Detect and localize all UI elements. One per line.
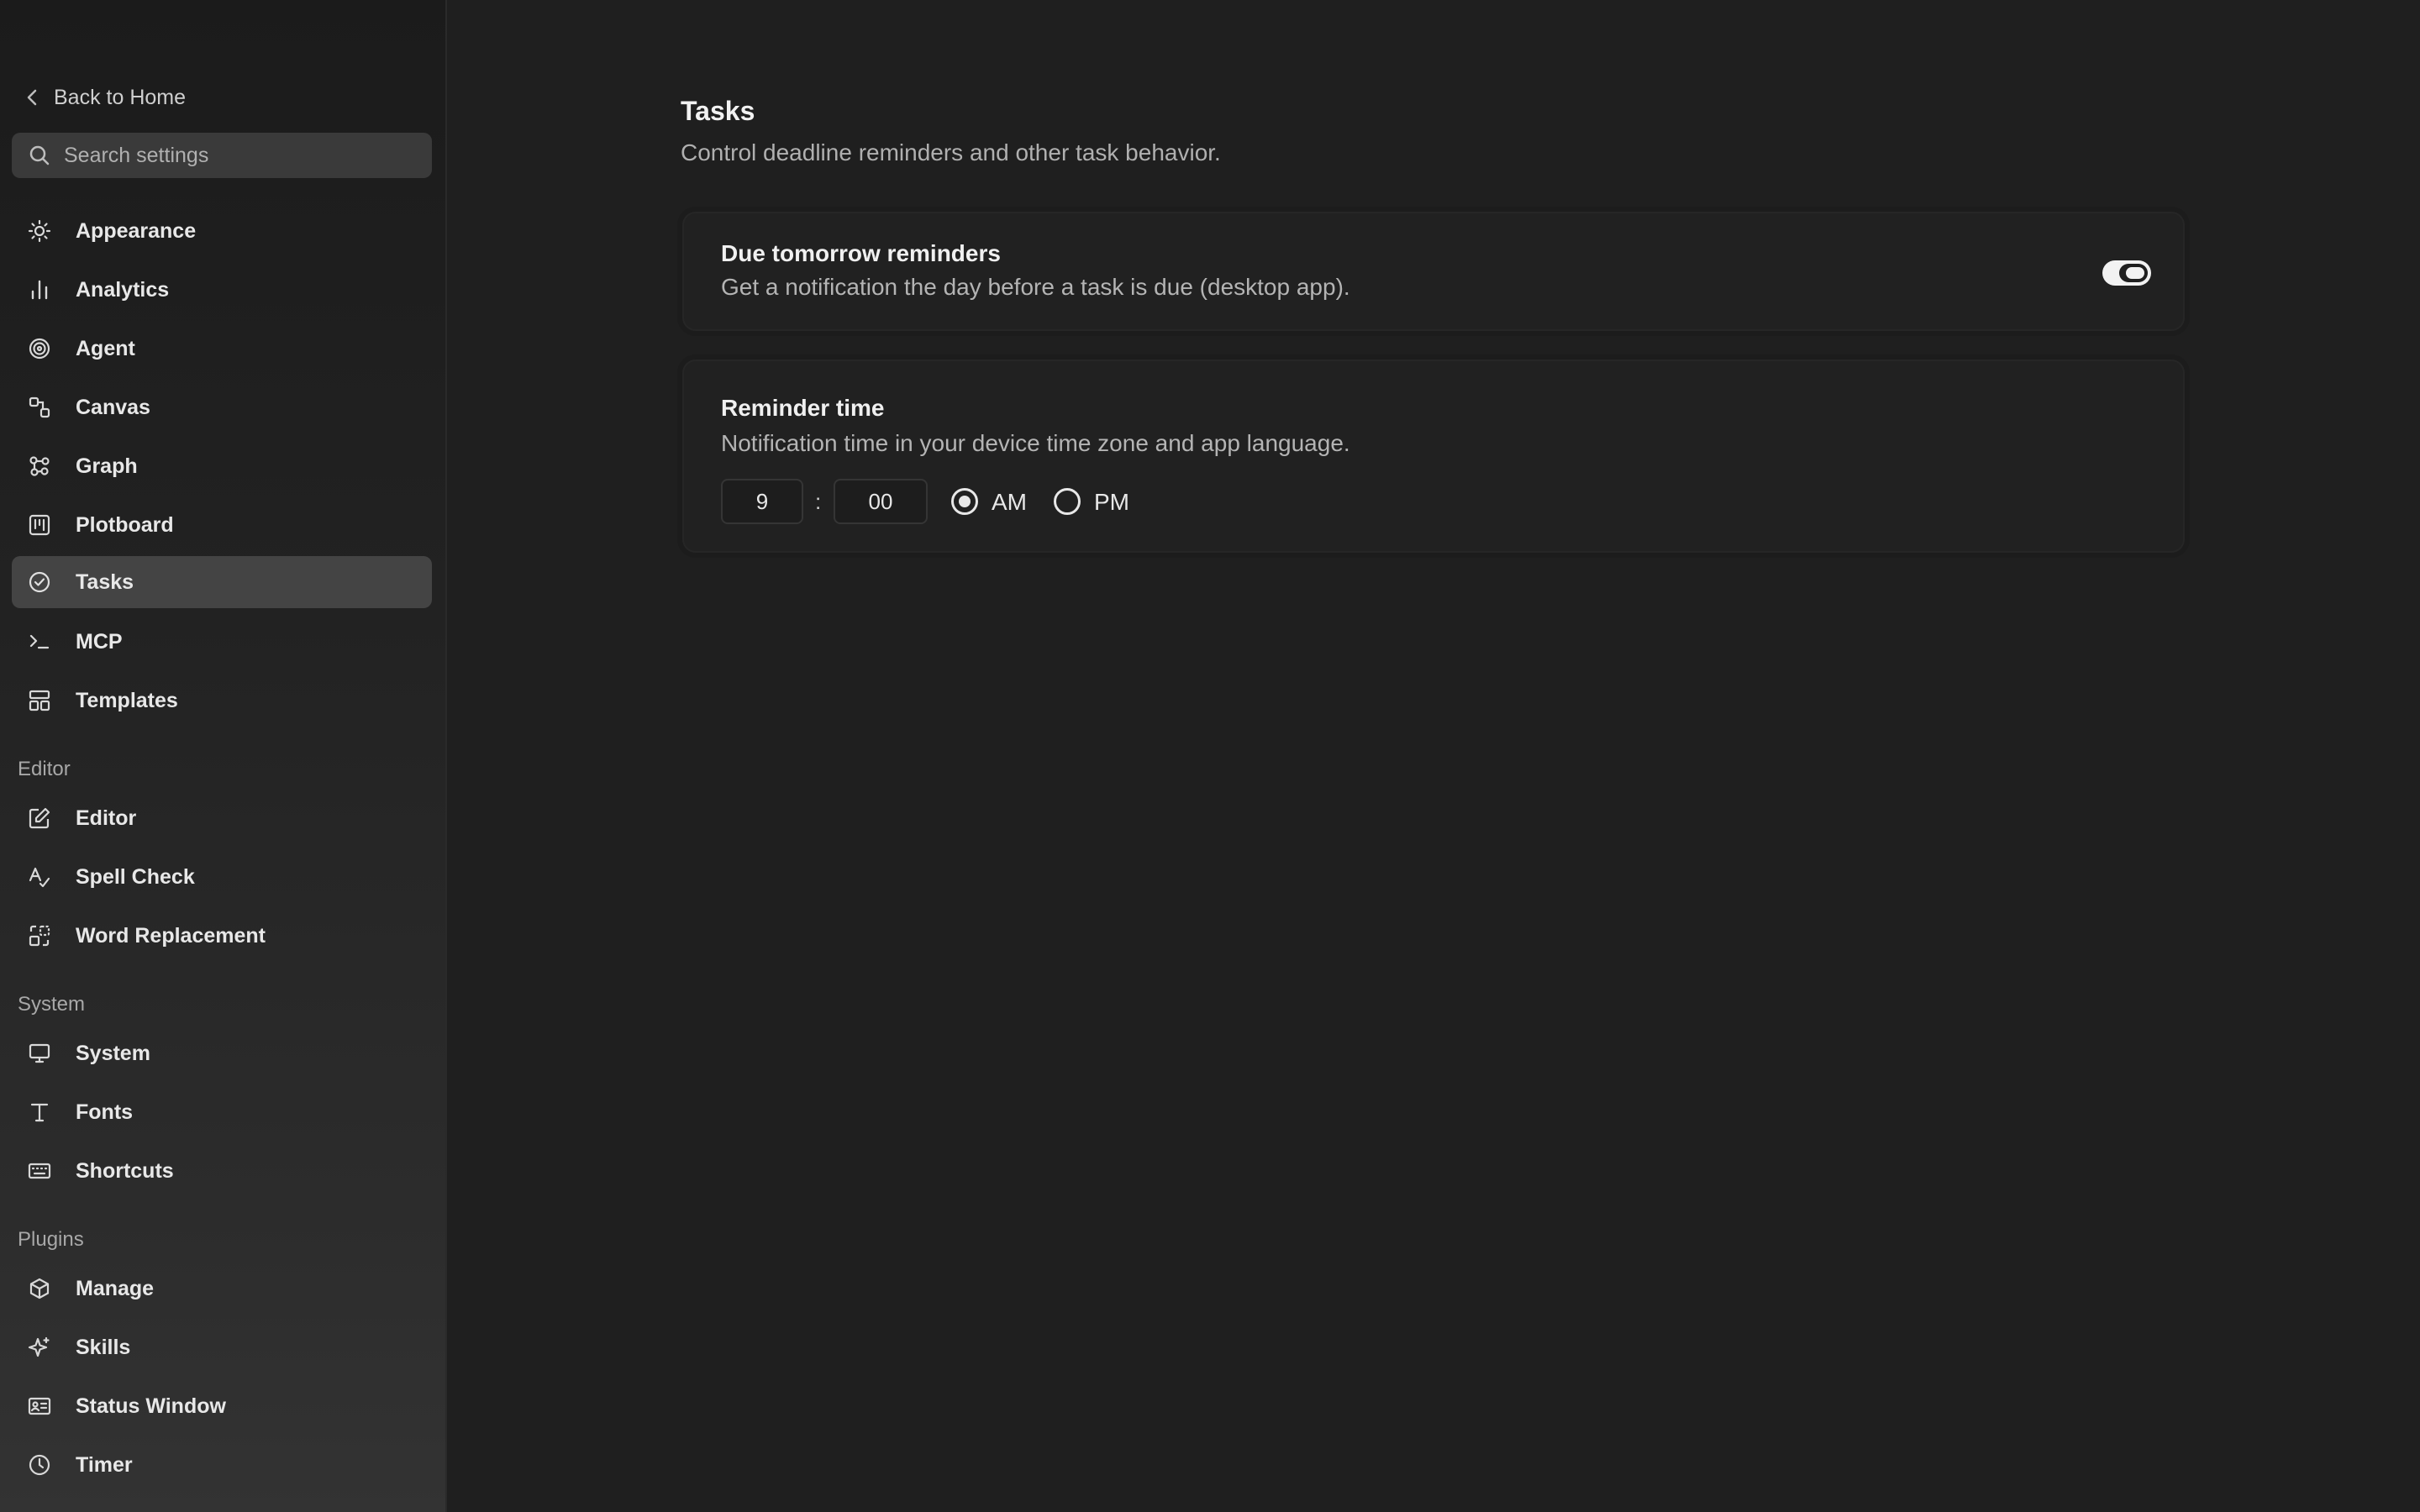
- due-tomorrow-card: Due tomorrow reminders Get a notificatio…: [682, 212, 2185, 331]
- system-group-heading: System: [18, 993, 86, 1016]
- search-input[interactable]: [62, 142, 418, 169]
- sidebar-item-label: System: [76, 1041, 150, 1065]
- type-icon: [27, 1100, 52, 1125]
- layout-template-icon: [27, 688, 52, 713]
- pm-label: PM: [1094, 489, 1129, 515]
- reminder-time-title: Reminder time: [721, 395, 885, 421]
- sidebar-item-label: Spell Check: [76, 864, 195, 889]
- kanban-icon: [27, 512, 52, 538]
- keyboard-icon: [27, 1158, 52, 1184]
- pm-radio[interactable]: [1054, 488, 1081, 515]
- sidebar-item-manage[interactable]: Manage: [12, 1263, 432, 1315]
- sidebar-item-appearance[interactable]: Appearance: [12, 205, 432, 257]
- shapes-icon: [27, 395, 52, 420]
- sidebar-item-editor[interactable]: Editor: [12, 792, 432, 844]
- clock-icon: [27, 1452, 52, 1478]
- sidebar-item-label: Shortcuts: [76, 1158, 174, 1183]
- am-radio[interactable]: [951, 488, 978, 515]
- sidebar-item-graph[interactable]: Graph: [12, 440, 432, 492]
- sidebar-item-label: Editor: [76, 806, 137, 830]
- sidebar-item-system[interactable]: System: [12, 1027, 432, 1079]
- sidebar-item-tasks[interactable]: Tasks: [12, 556, 432, 608]
- sidebar-item-label: Status Window: [76, 1394, 226, 1418]
- sidebar-item-label: Fonts: [76, 1100, 134, 1124]
- due-tomorrow-description: Get a notification the day before a task…: [721, 274, 1350, 300]
- check-circle-icon: [27, 570, 52, 595]
- chevron-left-icon: [27, 89, 37, 106]
- search-icon: [29, 145, 50, 165]
- plugins-group-heading: Plugins: [18, 1228, 84, 1251]
- id-card-icon: [27, 1394, 52, 1419]
- sidebar-item-mcp[interactable]: MCP: [12, 616, 432, 668]
- am-label: AM: [992, 489, 1027, 515]
- sidebar-item-plotboard[interactable]: Plotboard: [12, 499, 432, 551]
- hour-input[interactable]: [721, 479, 803, 524]
- sidebar-item-timer[interactable]: Timer: [12, 1439, 432, 1491]
- sidebar-item-analytics[interactable]: Analytics: [12, 264, 432, 316]
- sidebar-item-agent[interactable]: Agent: [12, 323, 432, 375]
- back-to-home-label: Back to Home: [54, 85, 187, 109]
- sidebar-item-label: Canvas: [76, 395, 150, 419]
- package-icon: [27, 1276, 52, 1301]
- spell-check-icon: [27, 864, 52, 890]
- sidebar-item-label: Tasks: [76, 570, 134, 594]
- monitor-icon: [27, 1041, 52, 1066]
- sidebar-item-word-replacement[interactable]: Word Replacement: [12, 910, 432, 962]
- editor-group-heading: Editor: [18, 758, 71, 780]
- page-subtitle: Control deadline reminders and other tas…: [681, 139, 1221, 165]
- spiral-icon: [27, 336, 52, 361]
- sidebar-item-templates[interactable]: Templates: [12, 675, 432, 727]
- sidebar-item-fonts[interactable]: Fonts: [12, 1086, 432, 1138]
- settings-sidebar: Back to Home Appearance Analytics Agent …: [0, 0, 447, 1512]
- replace-icon: [27, 923, 52, 948]
- sidebar-item-spell-check[interactable]: Spell Check: [12, 851, 432, 903]
- sidebar-item-canvas[interactable]: Canvas: [12, 381, 432, 433]
- toggle-knob: [2119, 264, 2148, 282]
- sidebar-item-label: Agent: [76, 336, 135, 360]
- sidebar-item-skills[interactable]: Skills: [12, 1321, 432, 1373]
- sidebar-item-label: Graph: [76, 454, 138, 478]
- terminal-icon: [27, 629, 52, 654]
- graph-nodes-icon: [27, 454, 52, 479]
- sidebar-item-label: Manage: [76, 1276, 155, 1300]
- minute-input[interactable]: [834, 479, 928, 524]
- reminder-time-description: Notification time in your device time zo…: [721, 430, 1350, 456]
- sidebar-item-label: MCP: [76, 629, 123, 654]
- sidebar-item-label: Skills: [76, 1335, 131, 1359]
- sun-icon: [27, 218, 52, 244]
- back-to-home-link[interactable]: Back to Home: [25, 81, 186, 114]
- sidebar-item-label: Timer: [76, 1452, 133, 1477]
- sidebar-item-label: Word Replacement: [76, 923, 266, 948]
- reminder-time-card: Reminder time Notification time in your …: [682, 360, 2185, 553]
- sidebar-item-label: Appearance: [76, 218, 197, 243]
- page-title: Tasks: [681, 96, 755, 126]
- sidebar-item-label: Plotboard: [76, 512, 174, 537]
- bar-chart-icon: [27, 277, 52, 302]
- time-separator: :: [815, 489, 822, 514]
- due-tomorrow-toggle[interactable]: [2102, 260, 2151, 286]
- sidebar-item-shortcuts[interactable]: Shortcuts: [12, 1145, 432, 1197]
- sidebar-item-label: Analytics: [76, 277, 170, 302]
- sidebar-item-status-window[interactable]: Status Window: [12, 1380, 432, 1432]
- sidebar-item-label: Templates: [76, 688, 178, 712]
- edit-icon: [27, 806, 52, 831]
- settings-search[interactable]: [12, 133, 432, 178]
- sparkle-icon: [27, 1335, 52, 1360]
- due-tomorrow-title: Due tomorrow reminders: [721, 240, 1001, 266]
